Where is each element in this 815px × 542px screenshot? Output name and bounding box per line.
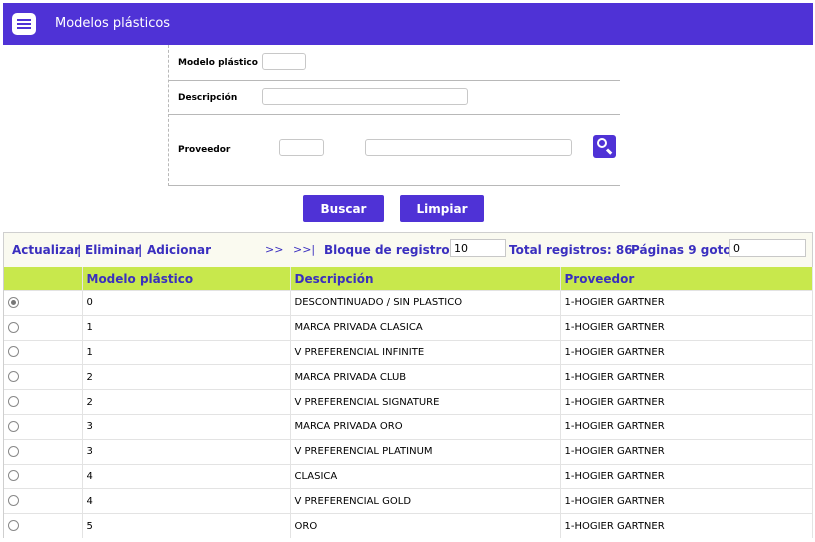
cell-descripcion: V PREFERENCIAL PLATINUM	[290, 438, 561, 465]
row-select-cell	[4, 290, 83, 316]
divider	[169, 185, 620, 186]
table-row[interactable]: 2 MARCA PRIVADA CLUB 1-HOGIER GARTNER	[4, 364, 813, 390]
page-title: Modelos plásticos	[55, 16, 171, 31]
row-select-cell	[4, 438, 83, 465]
descripcion-label: Descripción	[178, 93, 238, 103]
cell-proveedor: 1-HOGIER GARTNER	[560, 364, 813, 390]
results-table: Modelo plástico Descripción Proveedor 0D…	[4, 267, 813, 538]
search-form: Modelo plástico Descripción Proveedor	[168, 45, 620, 186]
descripcion-input[interactable]	[262, 88, 468, 105]
cell-proveedor: 1-HOGIER GARTNER	[560, 290, 813, 316]
cell-proveedor: 1-HOGIER GARTNER	[560, 438, 813, 465]
eliminar-link[interactable]: Eliminar	[85, 243, 141, 257]
row-select-cell	[4, 488, 83, 514]
table-row[interactable]: 2V PREFERENCIAL SIGNATURE 1-HOGIER GARTNE…	[4, 389, 813, 415]
cell-modelo: 3	[82, 438, 291, 465]
row-select-cell	[4, 413, 83, 440]
row-select-cell	[4, 513, 83, 538]
cell-modelo: 1	[82, 339, 291, 365]
cell-descripcion: V PREFERENCIAL GOLD	[290, 488, 561, 514]
table-row[interactable]: 0 DESCONTINUADO / SIN PLASTICO 1-HOGIER GA…	[4, 290, 813, 316]
cell-proveedor: 1-HOGIER GARTNER	[560, 413, 813, 440]
modelo-input[interactable]	[262, 53, 306, 70]
cell-modelo: 4	[82, 488, 291, 514]
header-select	[4, 267, 83, 291]
row-radio[interactable]	[8, 321, 19, 333]
table-row[interactable]: 3V PREFERENCIAL PLATINUM 1-HOGIER GARTNER	[4, 438, 813, 465]
results-panel: Actualizar | Eliminar | Adicionar >> >>|…	[3, 232, 813, 538]
divider	[169, 80, 620, 81]
cell-descripcion: ORO	[290, 513, 561, 538]
divider	[169, 114, 620, 115]
table-row[interactable]: 3 MARCA PRIVADA ORO 1-HOGIER GARTNER	[4, 413, 813, 440]
row-radio[interactable]	[8, 420, 19, 432]
cell-descripcion: CLASICA	[290, 463, 561, 489]
cell-descripcion: V PREFERENCIAL INFINITE	[290, 339, 561, 365]
modelo-label: Modelo plástico	[178, 58, 258, 68]
table-row[interactable]: 5 ORO 1-HOGIER GARTNER	[4, 513, 813, 538]
cell-descripcion: MARCA PRIVADA CLUB	[290, 364, 561, 390]
table-row[interactable]: 4 CLASICA 1-HOGIER GARTNER	[4, 463, 813, 489]
row-select-cell	[4, 364, 83, 390]
cell-descripcion: MARCA PRIVADA ORO	[290, 413, 561, 440]
cell-modelo: 2	[82, 389, 291, 415]
last-page-link[interactable]: >>|	[293, 243, 315, 256]
table-row[interactable]: 1 MARCA PRIVADA CLASICA 1-HOGIER GARTNER	[4, 314, 813, 341]
cell-modelo: 4	[82, 463, 291, 489]
header-proveedor[interactable]: Proveedor	[560, 267, 813, 291]
bloque-input[interactable]	[450, 239, 506, 257]
cell-descripcion: DESCONTINUADO / SIN PLASTICO	[290, 290, 561, 316]
limpiar-button[interactable]: Limpiar	[400, 195, 484, 222]
row-radio[interactable]	[8, 346, 19, 358]
header-descripcion[interactable]: Descripción	[290, 267, 561, 291]
row-radio[interactable]	[8, 396, 19, 408]
goto-input[interactable]	[729, 239, 806, 257]
adicionar-link[interactable]: Adicionar	[147, 243, 211, 257]
row-radio[interactable]	[8, 445, 19, 457]
next-page-link[interactable]: >>	[265, 243, 283, 256]
actualizar-link[interactable]: Actualizar	[12, 243, 80, 257]
header-modelo[interactable]: Modelo plástico	[82, 267, 291, 291]
row-radio[interactable]	[8, 470, 19, 482]
table-header-row: Modelo plástico Descripción Proveedor	[4, 267, 813, 291]
cell-descripcion: MARCA PRIVADA CLASICA	[290, 314, 561, 341]
row-select-cell	[4, 314, 83, 341]
paginas-label: Páginas 9 goto:	[631, 243, 737, 257]
cell-modelo: 5	[82, 513, 291, 538]
cell-proveedor: 1-HOGIER GARTNER	[560, 488, 813, 514]
separator: |	[138, 243, 143, 257]
row-select-cell	[4, 339, 83, 365]
cell-modelo: 0	[82, 290, 291, 316]
cell-proveedor: 1-HOGIER GARTNER	[560, 513, 813, 538]
cell-proveedor: 1-HOGIER GARTNER	[560, 339, 813, 365]
cell-modelo: 1	[82, 314, 291, 341]
cell-proveedor: 1-HOGIER GARTNER	[560, 389, 813, 415]
separator: |	[77, 243, 82, 257]
row-select-cell	[4, 463, 83, 489]
buscar-button[interactable]: Buscar	[303, 195, 384, 222]
table-row[interactable]: 1V PREFERENCIAL INFINITE 1-HOGIER GARTNER	[4, 339, 813, 365]
app-header: Modelos plásticos	[3, 3, 813, 45]
row-radio[interactable]	[8, 520, 19, 532]
row-radio[interactable]	[8, 371, 19, 383]
row-radio[interactable]	[8, 296, 19, 308]
document-list-icon	[12, 13, 36, 35]
proveedor-code-input[interactable]	[279, 139, 324, 156]
row-radio[interactable]	[8, 495, 19, 507]
cell-descripcion: V PREFERENCIAL SIGNATURE	[290, 389, 561, 415]
total-registros: Total registros: 86	[509, 243, 633, 257]
cell-proveedor: 1-HOGIER GARTNER	[560, 314, 813, 341]
table-row[interactable]: 4V PREFERENCIAL GOLD 1-HOGIER GARTNER	[4, 488, 813, 514]
row-select-cell	[4, 389, 83, 415]
proveedor-name-input[interactable]	[365, 139, 572, 156]
results-toolbar: Actualizar | Eliminar | Adicionar >> >>|…	[4, 233, 812, 267]
bloque-label: Bloque de registros:	[324, 243, 462, 257]
cell-modelo: 3	[82, 413, 291, 440]
proveedor-search-button[interactable]	[593, 135, 616, 158]
cell-modelo: 2	[82, 364, 291, 390]
proveedor-label: Proveedor	[178, 145, 231, 155]
cell-proveedor: 1-HOGIER GARTNER	[560, 463, 813, 489]
